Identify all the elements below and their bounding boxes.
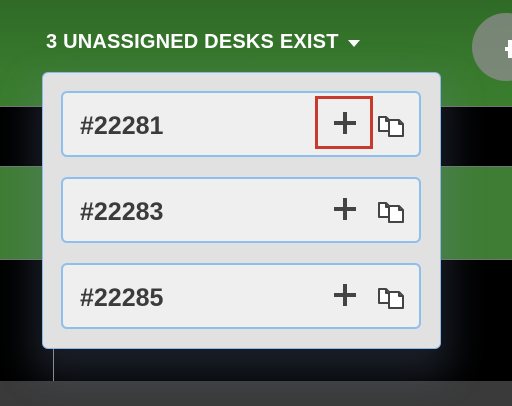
unassigned-desks-dropdown[interactable]: 3 UNASSIGNED DESKS EXIST <box>46 31 360 54</box>
desk-label: #22283 <box>80 198 164 226</box>
plus-icon[interactable] <box>333 111 357 135</box>
plus-icon <box>505 40 512 58</box>
plus-icon[interactable] <box>333 197 357 221</box>
desk-row: #22285 <box>61 263 421 329</box>
copy-icon[interactable] <box>377 197 407 225</box>
unassigned-desks-title: 3 UNASSIGNED DESKS EXIST <box>46 31 339 53</box>
caret-down-icon <box>347 40 360 47</box>
unassigned-desks-panel: #22281 #22283 #22285 <box>42 72 441 349</box>
page-root: 3 UNASSIGNED DESKS EXIST #22281 #22283 #… <box>0 0 512 406</box>
bottom-band <box>0 381 512 406</box>
desk-row: #22281 <box>61 91 421 157</box>
desk-label: #22285 <box>80 284 164 312</box>
desk-label: #22281 <box>80 112 164 140</box>
desk-row: #22283 <box>61 177 421 243</box>
copy-icon[interactable] <box>377 283 407 311</box>
plus-icon[interactable] <box>333 283 357 307</box>
copy-icon[interactable] <box>377 111 407 139</box>
